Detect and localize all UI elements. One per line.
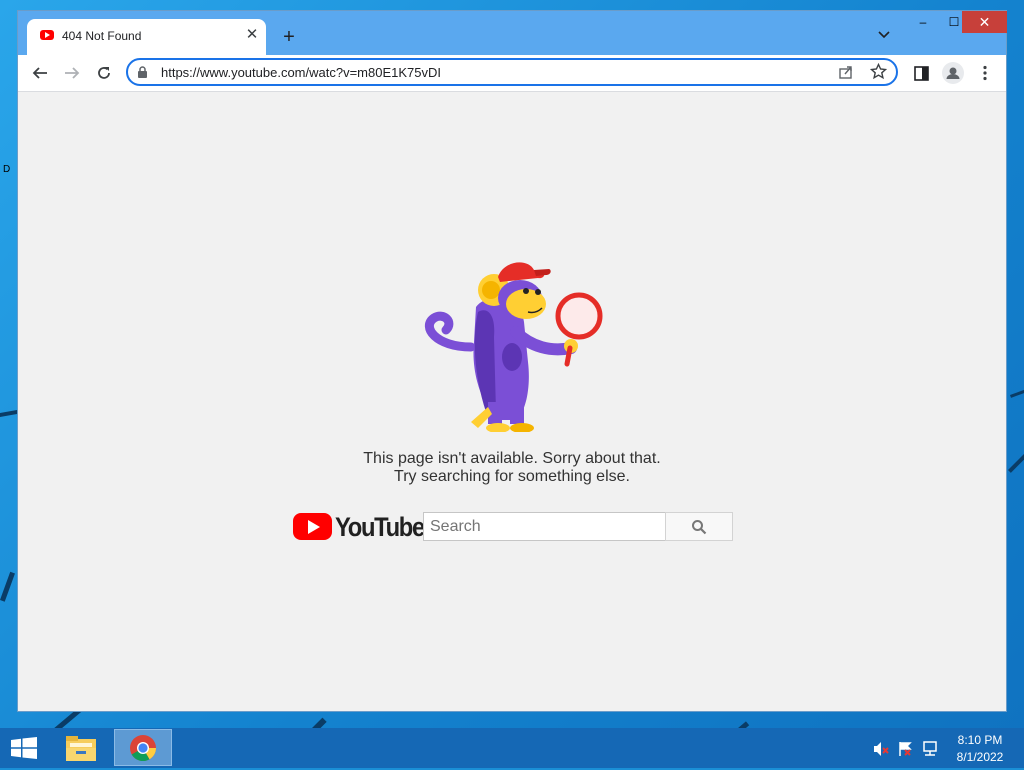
- try-search-message: Try searching for something else.: [394, 468, 630, 485]
- page-content: This page isn't available. Sorry about t…: [18, 92, 1006, 711]
- youtube-wordmark: YouTube: [335, 512, 425, 542]
- monkey-illustration: [424, 262, 603, 432]
- side-panel-icon[interactable]: [908, 60, 934, 86]
- forward-arrow-icon[interactable]: [59, 60, 85, 86]
- youtube-favicon-icon: [40, 30, 54, 40]
- desktop-icon-label: D: [3, 164, 11, 175]
- tab-close-button[interactable]: ✕: [242, 25, 262, 45]
- title-bar[interactable]: 404 Not Found ✕ + – ☐ ✕: [18, 11, 1007, 55]
- youtube-logo[interactable]: YouTube: [293, 511, 425, 542]
- url-text[interactable]: https://www.youtube.com/watc?v=m80E1K75v…: [161, 65, 441, 80]
- file-explorer-icon[interactable]: [62, 731, 100, 765]
- chrome-taskbar-button[interactable]: [114, 729, 172, 766]
- search-button[interactable]: [665, 512, 733, 541]
- share-icon[interactable]: [838, 64, 854, 85]
- youtube-play-icon: [293, 513, 332, 540]
- tab-404-not-found[interactable]: 404 Not Found ✕: [27, 19, 266, 55]
- taskbar: 8:10 PM 8/1/2022: [0, 728, 1024, 768]
- tab-search-chevron-icon[interactable]: [874, 25, 894, 45]
- action-center-icon: [899, 742, 912, 756]
- new-tab-button[interactable]: +: [277, 25, 301, 49]
- reload-icon[interactable]: [91, 60, 117, 86]
- browser-toolbar: https://www.youtube.com/watc?v=m80E1K75v…: [18, 55, 1006, 92]
- search-input[interactable]: [423, 512, 666, 541]
- volume-muted-icon: [874, 742, 889, 756]
- bookmark-star-icon[interactable]: [869, 62, 888, 85]
- address-bar[interactable]: https://www.youtube.com/watc?v=m80E1K75v…: [126, 58, 898, 86]
- tab-title: 404 Not Found: [62, 29, 142, 43]
- not-available-message: This page isn't available. Sorry about t…: [363, 450, 661, 467]
- kebab-menu-icon[interactable]: [972, 60, 998, 86]
- search-icon: [692, 519, 707, 534]
- windows-start-icon[interactable]: [10, 737, 38, 759]
- minimize-button[interactable]: –: [908, 11, 938, 33]
- system-tray: [872, 740, 942, 758]
- close-window-button[interactable]: ✕: [962, 11, 1007, 33]
- profile-avatar-icon[interactable]: [940, 60, 966, 86]
- browser-window: 404 Not Found ✕ + – ☐ ✕ https://www.yout…: [17, 10, 1007, 712]
- chrome-icon: [130, 734, 157, 761]
- network-icon: [923, 741, 937, 756]
- clock-time[interactable]: 8:10 PM: [950, 733, 1010, 747]
- back-arrow-icon[interactable]: [27, 60, 53, 86]
- clock-date[interactable]: 8/1/2022: [950, 750, 1010, 764]
- lock-icon[interactable]: [137, 66, 148, 84]
